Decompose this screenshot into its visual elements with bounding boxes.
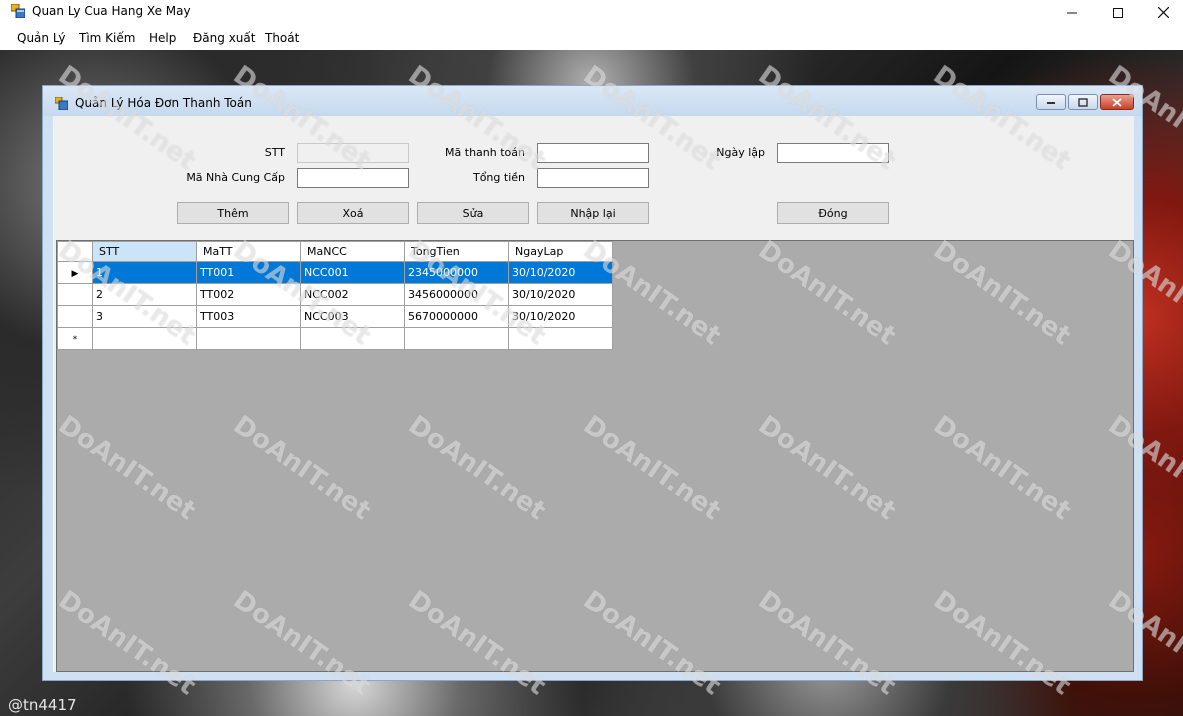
- app-titlebar: Quan Ly Cua Hang Xe May: [0, 0, 1183, 25]
- invoice-datagrid[interactable]: STT MaTT MaNCC TongTien NgayLap ▶ 1 TT00…: [56, 240, 1134, 672]
- close-icon: [1112, 97, 1122, 107]
- child-restore-button[interactable]: [1068, 94, 1098, 110]
- menu-dang-xuat[interactable]: Đăng xuất: [193, 31, 255, 45]
- nhap-lai-button[interactable]: Nhập lại: [537, 202, 649, 224]
- cell-matt[interactable]: TT003: [196, 305, 301, 328]
- new-row[interactable]: *: [57, 327, 613, 350]
- ngaylap-field[interactable]: [777, 143, 889, 163]
- tongtien-label: Tổng tiền: [472, 171, 525, 184]
- matt-field[interactable]: [537, 143, 649, 163]
- menu-thoat[interactable]: Thoát: [265, 31, 299, 45]
- cell-ngaylap[interactable]: 30/10/2020: [508, 283, 613, 306]
- matt-label: Mã thanh toán: [445, 146, 525, 159]
- new-row-header[interactable]: *: [57, 327, 93, 350]
- sua-button[interactable]: Sửa: [417, 202, 529, 224]
- cell-mancc[interactable]: [300, 327, 405, 350]
- stt-label: STT: [264, 146, 285, 159]
- corner-header: [57, 241, 93, 262]
- dong-button[interactable]: Đóng: [777, 202, 889, 224]
- menu-bar: Quản Lý Tìm Kiếm Help Đăng xuất Thoát: [0, 25, 1183, 50]
- new-row-icon: *: [72, 335, 78, 345]
- mancc-field[interactable]: [297, 168, 409, 188]
- row-header[interactable]: [57, 305, 93, 328]
- cell-tongtien[interactable]: [404, 327, 509, 350]
- app-icon: [11, 4, 25, 18]
- table-row[interactable]: 3 TT003 NCC003 5670000000 30/10/2020: [57, 305, 613, 328]
- cell-ngaylap[interactable]: 30/10/2020: [508, 305, 613, 328]
- cell-stt[interactable]: 2: [92, 283, 197, 306]
- column-header-matt[interactable]: MaTT: [196, 241, 301, 262]
- form-icon: [55, 97, 68, 110]
- column-header-ngaylap[interactable]: NgayLap: [508, 241, 613, 262]
- restore-icon: [1078, 97, 1088, 107]
- cell-mancc[interactable]: NCC001: [300, 261, 405, 284]
- column-header-mancc[interactable]: MaNCC: [300, 241, 405, 262]
- invoice-form-client: STT Mã thanh toán Ngày lập Mã Nhà Cung C…: [53, 116, 1134, 672]
- table-row[interactable]: ▶ 1 TT001 NCC001 2345000000 30/10/2020: [57, 261, 613, 284]
- cell-stt[interactable]: [92, 327, 197, 350]
- cell-tongtien[interactable]: 2345000000: [404, 261, 509, 284]
- maximize-button[interactable]: [1095, 0, 1141, 25]
- xoa-button[interactable]: Xoá: [297, 202, 409, 224]
- menu-help[interactable]: Help: [149, 31, 176, 45]
- cell-ngaylap[interactable]: [508, 327, 613, 350]
- table-row[interactable]: 2 TT002 NCC002 3456000000 30/10/2020: [57, 283, 613, 306]
- cell-stt[interactable]: 1: [92, 261, 197, 284]
- cell-matt[interactable]: [196, 327, 301, 350]
- close-icon: [1157, 7, 1169, 18]
- row-header[interactable]: ▶: [57, 261, 93, 284]
- current-row-icon: ▶: [71, 269, 79, 279]
- stt-field[interactable]: [297, 143, 409, 163]
- app-title: Quan Ly Cua Hang Xe May: [32, 4, 191, 18]
- minimize-icon: [1047, 102, 1055, 104]
- row-header[interactable]: [57, 283, 93, 306]
- minimize-button[interactable]: [1049, 0, 1095, 25]
- invoice-window-title: Quản Lý Hóa Đơn Thanh Toán: [75, 96, 252, 110]
- menu-tim-kiem[interactable]: Tìm Kiếm: [79, 31, 135, 45]
- header-row: STT MaTT MaNCC TongTien NgayLap: [57, 241, 613, 262]
- tongtien-field[interactable]: [537, 168, 649, 188]
- cell-matt[interactable]: TT001: [196, 261, 301, 284]
- cell-ngaylap[interactable]: 30/10/2020: [508, 261, 613, 284]
- footer-tag: @tn4417: [8, 696, 77, 714]
- menu-quan-ly[interactable]: Quản Lý: [17, 31, 66, 45]
- invoice-window-titlebar: Quản Lý Hóa Đơn Thanh Toán: [43, 86, 1142, 116]
- minimize-icon: [1067, 12, 1077, 13]
- cell-tongtien[interactable]: 3456000000: [404, 283, 509, 306]
- child-close-button[interactable]: [1100, 94, 1134, 110]
- mancc-label: Mã Nhà Cung Cấp: [186, 171, 285, 184]
- close-button[interactable]: [1140, 0, 1183, 25]
- invoice-table: STT MaTT MaNCC TongTien NgayLap ▶ 1 TT00…: [57, 241, 613, 350]
- cell-stt[interactable]: 3: [92, 305, 197, 328]
- column-header-stt[interactable]: STT: [92, 241, 197, 262]
- mdi-background: Quản Lý Hóa Đơn Thanh Toán STT Mã thanh …: [0, 50, 1183, 716]
- cell-tongtien[interactable]: 5670000000: [404, 305, 509, 328]
- cell-mancc[interactable]: NCC003: [300, 305, 405, 328]
- cell-mancc[interactable]: NCC002: [300, 283, 405, 306]
- them-button[interactable]: Thêm: [177, 202, 289, 224]
- column-header-tongtien[interactable]: TongTien: [404, 241, 509, 262]
- child-minimize-button[interactable]: [1036, 94, 1066, 110]
- invoice-window: Quản Lý Hóa Đơn Thanh Toán STT Mã thanh …: [42, 85, 1143, 681]
- ngaylap-label: Ngày lập: [716, 146, 765, 159]
- cell-matt[interactable]: TT002: [196, 283, 301, 306]
- maximize-icon: [1113, 7, 1123, 18]
